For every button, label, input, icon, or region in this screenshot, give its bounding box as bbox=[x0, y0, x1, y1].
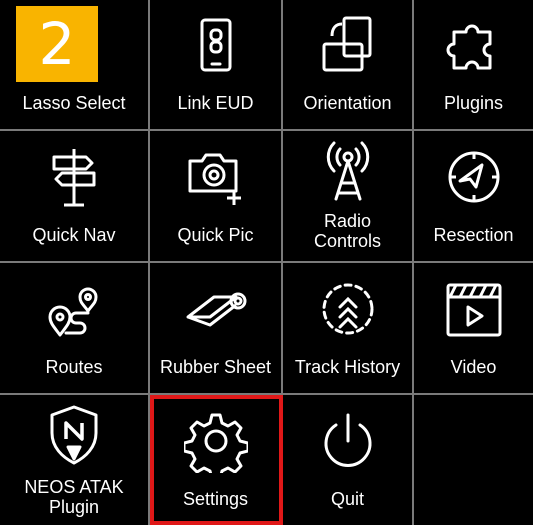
tile-resection[interactable]: Resection bbox=[414, 131, 533, 263]
track-history-icon bbox=[316, 277, 380, 341]
tile-label: Orientation bbox=[303, 93, 392, 113]
video-clapper-icon bbox=[442, 277, 506, 341]
tile-plugins[interactable]: Plugins bbox=[414, 0, 533, 131]
tile-link-eud[interactable]: Link EUD bbox=[150, 0, 283, 131]
orientation-icon bbox=[316, 14, 380, 78]
tile-label: Video bbox=[450, 357, 497, 377]
camera-plus-icon bbox=[184, 145, 248, 209]
tile-label: NEOS ATAK Plugin bbox=[24, 477, 124, 517]
tile-label: Resection bbox=[433, 225, 514, 245]
tile-neos-atak-plugin[interactable]: NEOS ATAK Plugin bbox=[0, 395, 150, 525]
compass-icon bbox=[442, 145, 506, 209]
step-badge: 2 bbox=[16, 6, 98, 82]
tile-label: Radio Controls bbox=[313, 211, 382, 251]
tile-label: Routes bbox=[45, 357, 103, 377]
gear-icon bbox=[183, 409, 248, 473]
tile-label: Plugins bbox=[443, 93, 504, 113]
tile-quit[interactable]: Quit bbox=[283, 395, 414, 525]
signpost-icon bbox=[42, 145, 106, 209]
tile-label: Lasso Select bbox=[22, 93, 126, 113]
tile-video[interactable]: Video bbox=[414, 263, 533, 395]
empty-tile bbox=[414, 395, 533, 525]
tile-label: Quit bbox=[330, 489, 364, 509]
radio-tower-icon bbox=[316, 139, 380, 203]
tile-routes[interactable]: Routes bbox=[0, 263, 150, 395]
tile-orientation[interactable]: Orientation bbox=[283, 0, 414, 131]
tile-label: Quick Pic bbox=[177, 225, 254, 245]
tile-rubber-sheet[interactable]: Rubber Sheet bbox=[150, 263, 283, 395]
tile-radio-controls[interactable]: Radio Controls bbox=[283, 131, 414, 263]
neos-shield-icon bbox=[42, 403, 106, 467]
tile-quick-nav[interactable]: Quick Nav bbox=[0, 131, 150, 263]
tile-label: Track History bbox=[294, 357, 401, 377]
link-eud-icon bbox=[184, 14, 248, 78]
tile-label: Settings bbox=[182, 489, 249, 509]
power-icon bbox=[316, 409, 380, 473]
tile-label: Rubber Sheet bbox=[159, 357, 272, 377]
route-icon bbox=[42, 277, 106, 341]
tile-settings[interactable]: Settings bbox=[150, 395, 283, 525]
tile-label: Link EUD bbox=[177, 93, 254, 113]
tile-label: Quick Nav bbox=[32, 225, 116, 245]
rubber-sheet-icon bbox=[184, 277, 248, 341]
puzzle-piece-icon bbox=[442, 14, 506, 78]
tile-track-history[interactable]: Track History bbox=[283, 263, 414, 395]
tile-quick-pic[interactable]: Quick Pic bbox=[150, 131, 283, 263]
